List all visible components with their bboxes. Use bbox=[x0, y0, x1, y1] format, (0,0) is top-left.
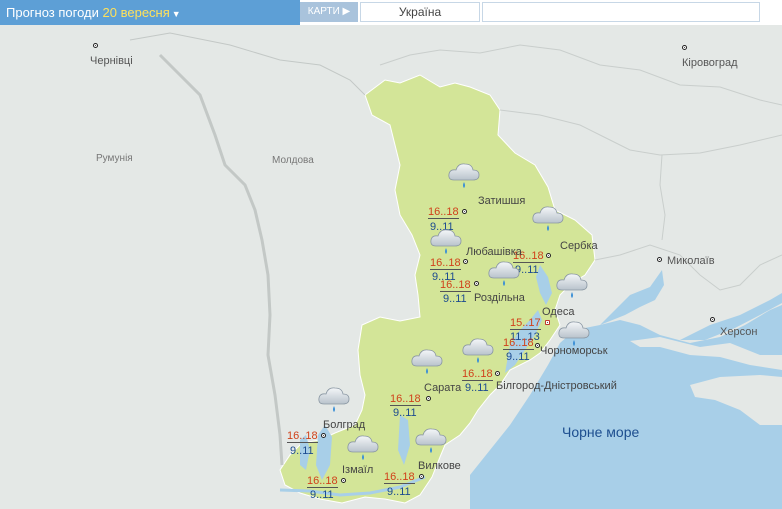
moldova-label: Молдова bbox=[272, 155, 314, 166]
bolhrad-temp-min: 9..11 bbox=[290, 445, 314, 457]
sarata-label: Сарата bbox=[424, 382, 462, 394]
cloud-rain-icon[interactable] bbox=[409, 346, 445, 376]
vylkove-temp-min: 9..11 bbox=[387, 486, 411, 498]
vylkove-temp-max: 16..18 bbox=[384, 471, 415, 484]
cloud-rain-icon[interactable] bbox=[446, 160, 482, 190]
region-tab-label: Україна bbox=[398, 5, 442, 19]
vylkove-marker bbox=[419, 474, 424, 479]
cloud-rain-icon[interactable] bbox=[486, 258, 522, 288]
cloud-rain-icon[interactable] bbox=[556, 318, 592, 348]
izmail-label: Ізмаїл bbox=[342, 464, 374, 476]
chornomorsk-temp-min: 9..11 bbox=[506, 351, 530, 363]
forecast-title: Прогноз погоди bbox=[6, 5, 99, 20]
maps-tab[interactable]: КАРТИ ▶ bbox=[300, 2, 358, 22]
serbka-marker bbox=[546, 253, 551, 258]
kherson-label: Херсон bbox=[720, 326, 758, 338]
bolhrad-temp-max: 16..18 bbox=[287, 430, 318, 443]
sarata-temp-max: 16..18 bbox=[390, 393, 421, 406]
chernivtsi-label: Чернівці bbox=[90, 55, 133, 67]
zatyshshia-label: Затишшя bbox=[478, 195, 526, 207]
odesa-marker bbox=[545, 320, 550, 325]
chornomorsk-label: Чорноморськ bbox=[540, 345, 608, 357]
bilhorod-marker bbox=[495, 371, 500, 376]
maps-tab-label: КАРТИ bbox=[307, 6, 340, 17]
chornomorsk-marker bbox=[535, 343, 540, 348]
romania-label: Румунія bbox=[96, 153, 133, 164]
sarata-temp-min: 9..11 bbox=[393, 407, 417, 419]
bilhorod-label: Білгород-Дністровський bbox=[496, 380, 617, 392]
serbka-label: Сербка bbox=[560, 240, 598, 252]
black-sea-label: Чорне море bbox=[562, 424, 640, 440]
rozdilna-marker bbox=[474, 281, 479, 286]
cloud-rain-icon[interactable] bbox=[460, 335, 496, 365]
liubashivka-temp-max: 16..18 bbox=[430, 257, 461, 270]
chornomorsk-temp-max: 16..18 bbox=[503, 337, 534, 350]
map-canvas bbox=[0, 25, 782, 509]
cloud-rain-icon[interactable] bbox=[428, 226, 464, 256]
izmail-temp-min: 9..11 bbox=[310, 489, 334, 501]
sarata-marker bbox=[426, 396, 431, 401]
izmail-marker bbox=[341, 478, 346, 483]
chernivtsi-marker bbox=[93, 43, 98, 48]
cloud-rain-icon[interactable] bbox=[530, 203, 566, 233]
izmail-temp-max: 16..18 bbox=[307, 475, 338, 488]
bolhrad-marker bbox=[321, 433, 326, 438]
mykolaiv-marker bbox=[657, 257, 662, 262]
liubashivka-label: Любашівка bbox=[466, 246, 522, 258]
bolhrad-label: Болград bbox=[323, 419, 366, 431]
region-tab[interactable]: Україна bbox=[360, 2, 480, 22]
cloud-rain-icon[interactable] bbox=[554, 270, 590, 300]
odesa-temp-max: 15..17 bbox=[510, 317, 541, 330]
rozdilna-temp-max: 16..18 bbox=[440, 279, 471, 292]
chevron-right-icon: ▶ bbox=[342, 6, 351, 17]
kirovohrad-label: Кіровоград bbox=[682, 57, 738, 69]
mykolaiv-label: Миколаїв bbox=[667, 255, 715, 267]
cloud-rain-icon[interactable] bbox=[413, 425, 449, 455]
header-bar: Прогноз погоди 20 вересня ▼ КАРТИ ▶ Украї… bbox=[0, 0, 782, 25]
zatyshshia-temp-max: 16..18 bbox=[428, 206, 459, 219]
kherson-marker bbox=[710, 317, 715, 322]
kirovohrad-marker bbox=[682, 45, 687, 50]
cloud-rain-icon[interactable] bbox=[316, 384, 352, 414]
odesa-label: Одеса bbox=[542, 306, 575, 318]
zatyshshia-marker bbox=[462, 209, 467, 214]
bilhorod-temp-min: 9..11 bbox=[465, 382, 489, 394]
chevron-down-icon[interactable]: ▼ bbox=[172, 9, 181, 19]
forecast-title-tab: Прогноз погоди 20 вересня ▼ bbox=[0, 0, 300, 25]
date-selector[interactable]: 20 вересня bbox=[103, 5, 170, 20]
cloud-rain-icon[interactable] bbox=[345, 432, 381, 462]
rozdilna-temp-min: 9..11 bbox=[443, 293, 467, 305]
bilhorod-temp-max: 16..18 bbox=[462, 368, 493, 381]
rozdilna-label: Роздільна bbox=[474, 292, 525, 304]
empty-tab bbox=[482, 2, 760, 22]
vylkove-label: Вилкове bbox=[418, 460, 461, 472]
liubashivka-marker bbox=[463, 259, 468, 264]
